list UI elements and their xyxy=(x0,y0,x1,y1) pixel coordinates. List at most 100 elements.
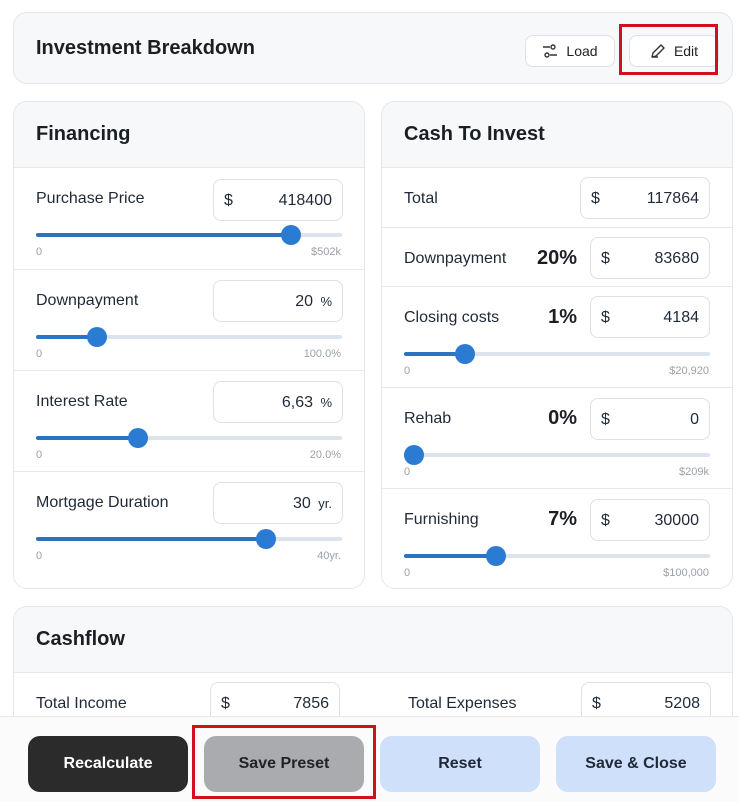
currency-symbol: $ xyxy=(221,695,230,712)
cash-to-invest-title: Cash To Invest xyxy=(382,102,732,168)
mortgage-duration-row: Mortgage Duration 30 yr. 0 40yr. xyxy=(14,471,364,588)
purchase-price-slider[interactable] xyxy=(36,225,342,245)
sliders-icon xyxy=(543,44,558,58)
downpayment-input[interactable]: 20 % xyxy=(213,280,343,322)
slider-thumb[interactable] xyxy=(87,327,108,347)
closing-costs-input[interactable]: $ 4184 xyxy=(590,296,710,338)
slider-min-label: 0 xyxy=(36,449,43,461)
downpayment-label: Downpayment xyxy=(36,292,139,309)
years-unit: yr. xyxy=(318,496,332,511)
interest-value-wrap: 6,63 % xyxy=(282,394,332,412)
cash-total-value: 117864 xyxy=(646,190,699,207)
financing-card: Financing Purchase Price $ 418400 0 $502… xyxy=(13,101,365,589)
percent-unit: % xyxy=(320,294,332,309)
slider-thumb[interactable] xyxy=(255,529,276,549)
interest-rate-value: 6,63 xyxy=(281,394,313,411)
slider-thumb[interactable] xyxy=(280,225,301,245)
cash-downpayment-row: Downpayment 20% $ 83680 xyxy=(382,227,732,286)
currency-symbol: $ xyxy=(601,411,610,428)
load-button[interactable]: Load xyxy=(525,35,615,67)
purchase-price-input[interactable]: $ 418400 xyxy=(213,179,343,221)
total-expenses-label: Total Expenses xyxy=(408,695,517,712)
total-expenses-value: 5208 xyxy=(664,695,700,712)
cash-total-label: Total xyxy=(404,190,438,207)
rehab-label: Rehab xyxy=(404,410,452,427)
slider-max-label: $100,000 xyxy=(663,567,709,579)
slider-min-label: 0 xyxy=(36,550,43,562)
financing-title: Financing xyxy=(14,102,364,168)
slider-thumb[interactable] xyxy=(127,428,148,448)
currency-symbol: $ xyxy=(601,309,610,326)
recalculate-button[interactable]: Recalculate xyxy=(28,736,188,792)
total-income-label: Total Income xyxy=(36,695,127,712)
interest-rate-input[interactable]: 6,63 % xyxy=(213,381,343,423)
cash-downpayment-value: 83680 xyxy=(654,250,700,267)
closing-costs-row: Closing costs 1% $ 4184 0 $20,920 xyxy=(382,286,732,387)
save-close-button[interactable]: Save & Close xyxy=(556,736,716,792)
slider-min-label: 0 xyxy=(404,567,411,579)
closing-costs-slider[interactable] xyxy=(404,344,710,364)
slider-thumb[interactable] xyxy=(404,445,424,465)
total-income-value: 7856 xyxy=(293,695,329,712)
currency-symbol: $ xyxy=(601,250,610,267)
downpayment-row: Downpayment 20 % 0 100.0% xyxy=(14,269,364,370)
cash-to-invest-card: Cash To Invest Total $ 117864 Downpaymen… xyxy=(381,101,733,589)
slider-min-label: 0 xyxy=(36,348,43,360)
cashflow-title: Cashflow xyxy=(14,607,732,673)
interest-rate-label: Interest Rate xyxy=(36,393,128,410)
reset-button[interactable]: Reset xyxy=(380,736,540,792)
currency-symbol: $ xyxy=(601,512,610,529)
slider-thumb[interactable] xyxy=(455,344,476,364)
currency-symbol: $ xyxy=(592,695,601,712)
slider-max-label: $20,920 xyxy=(669,365,709,377)
mortgage-duration-value: 30 xyxy=(293,495,311,512)
furnishing-input[interactable]: $ 30000 xyxy=(590,499,710,541)
purchase-price-label: Purchase Price xyxy=(36,190,145,207)
mortgage-duration-input[interactable]: 30 yr. xyxy=(213,482,343,524)
mortgage-duration-slider[interactable] xyxy=(36,529,342,549)
slider-max-label: 40yr. xyxy=(317,550,341,562)
rehab-row: Rehab 0% $ 0 0 $209k xyxy=(382,387,732,488)
furnishing-value: 30000 xyxy=(654,512,700,529)
closing-costs-value: 4184 xyxy=(663,309,699,326)
interest-rate-row: Interest Rate 6,63 % 0 20.0% xyxy=(14,370,364,471)
interest-rate-slider[interactable] xyxy=(36,428,342,448)
furnishing-slider[interactable] xyxy=(404,546,710,566)
slider-max-label: $502k xyxy=(311,246,341,258)
furnishing-label: Furnishing xyxy=(404,511,479,528)
furnishing-row: Furnishing 7% $ 30000 0 $100,000 xyxy=(382,488,732,588)
slider-max-label: 20.0% xyxy=(309,449,341,461)
rehab-percent: 0% xyxy=(548,407,577,429)
slider-min-label: 0 xyxy=(404,365,411,377)
rehab-value: 0 xyxy=(690,411,699,428)
slider-max-label: 100.0% xyxy=(303,348,341,360)
closing-costs-label: Closing costs xyxy=(404,309,500,326)
duration-value-wrap: 30 yr. xyxy=(293,495,332,513)
cash-total-row: Total $ 117864 xyxy=(382,168,732,227)
slider-min-label: 0 xyxy=(404,466,411,478)
cash-downpayment-input[interactable]: $ 83680 xyxy=(590,237,710,279)
slider-max-label: $209k xyxy=(679,466,709,478)
purchase-price-value: 418400 xyxy=(278,192,332,209)
cash-total-input[interactable]: $ 117864 xyxy=(580,177,710,219)
currency-symbol: $ xyxy=(591,190,600,207)
save-preset-highlight-box xyxy=(192,725,376,799)
load-label: Load xyxy=(566,43,598,59)
furnishing-percent: 7% xyxy=(548,508,577,530)
cash-downpayment-percent: 20% xyxy=(536,247,577,269)
currency-symbol: $ xyxy=(224,192,233,209)
purchase-price-row: Purchase Price $ 418400 0 $502k xyxy=(14,168,364,269)
edit-highlight-box xyxy=(619,24,718,75)
downpayment-slider[interactable] xyxy=(36,327,342,347)
rehab-slider[interactable] xyxy=(404,445,710,465)
downpayment-value: 20 xyxy=(295,293,313,310)
percent-unit: % xyxy=(320,395,332,410)
page-title: Investment Breakdown xyxy=(36,37,255,59)
slider-min-label: 0 xyxy=(36,246,43,258)
cash-downpayment-label: Downpayment xyxy=(404,250,507,267)
mortgage-duration-label: Mortgage Duration xyxy=(36,494,169,511)
closing-costs-percent: 1% xyxy=(548,306,577,328)
slider-thumb[interactable] xyxy=(485,546,506,566)
rehab-input[interactable]: $ 0 xyxy=(590,398,710,440)
downpayment-value-wrap: 20 % xyxy=(295,293,332,311)
